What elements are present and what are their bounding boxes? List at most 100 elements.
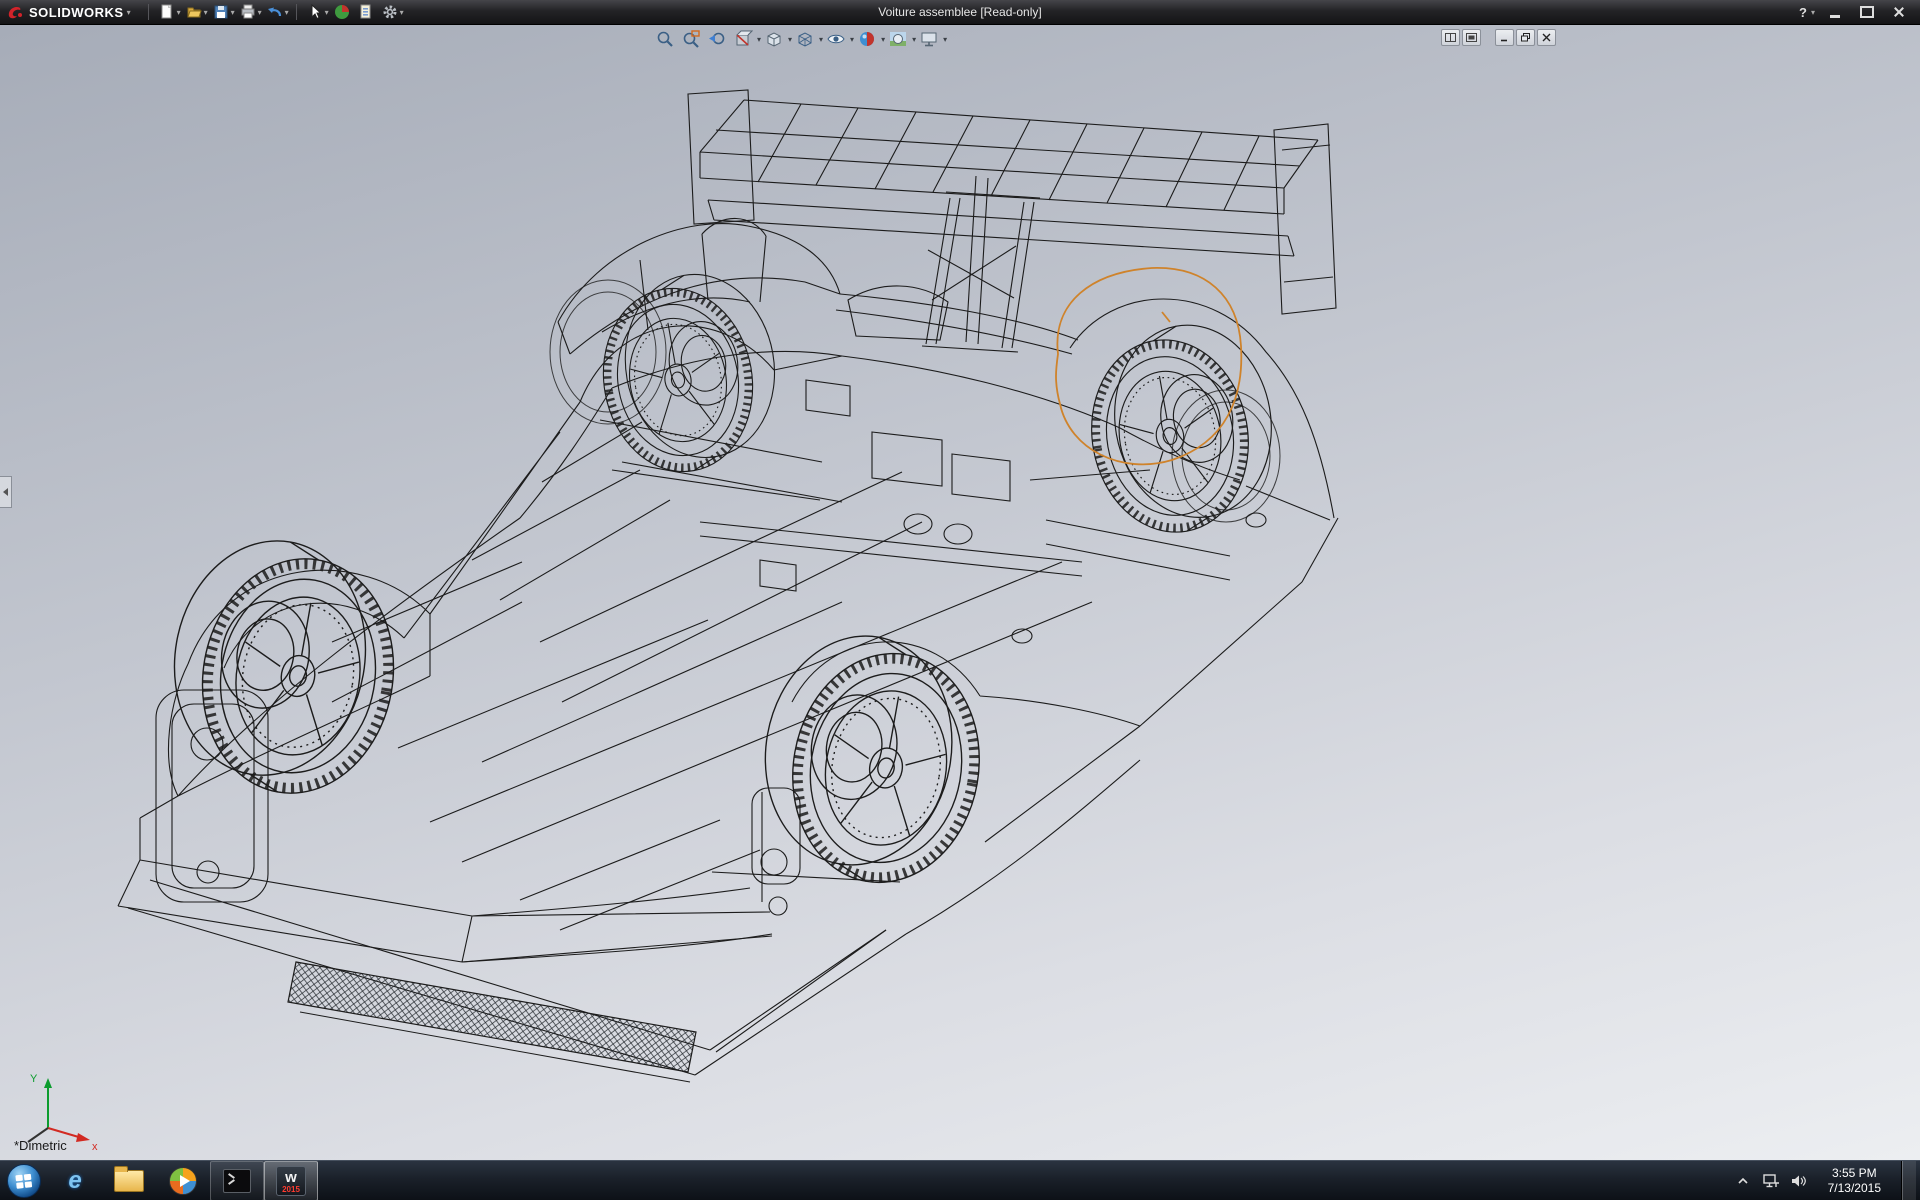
chevron-up-icon [1737, 1176, 1749, 1186]
print-dropdown-icon[interactable]: ▾ [258, 8, 262, 17]
undo-button[interactable] [264, 2, 286, 22]
start-button[interactable] [0, 1161, 48, 1200]
clock-date: 7/13/2015 [1828, 1181, 1881, 1196]
command-prompt-icon [223, 1169, 251, 1193]
taskbar-item-windows-explorer[interactable] [102, 1161, 156, 1200]
taskbar: e w 2015 [0, 1160, 1920, 1200]
taskbar-item-command-prompt[interactable] [210, 1161, 264, 1200]
split-view-button[interactable] [1441, 29, 1460, 46]
triad-x-label: x [92, 1141, 98, 1153]
select-dropdown-icon[interactable]: ▾ [325, 8, 329, 17]
print-icon [239, 3, 257, 21]
internet-explorer-icon: e [68, 1167, 81, 1195]
solidworks-app-icon: w 2015 [276, 1166, 306, 1196]
view-orientation-icon [764, 29, 784, 49]
display-style-icon [795, 29, 815, 49]
brand-caret-icon[interactable]: ▾ [127, 8, 131, 17]
section-view-icon [733, 29, 753, 49]
taskbar-item-internet-explorer[interactable]: e [48, 1161, 102, 1200]
file-properties-button[interactable] [355, 2, 377, 22]
options-button[interactable] [379, 2, 401, 22]
zoom-to-fit-icon [655, 29, 675, 49]
panel-collapse-tab[interactable] [0, 476, 12, 508]
taskbar-item-solidworks[interactable]: w 2015 [264, 1161, 318, 1200]
triad-y-label: Y [30, 1073, 38, 1085]
media-player-icon [169, 1167, 197, 1195]
wheel-front-right [550, 263, 790, 484]
doc-close-button[interactable] [1537, 29, 1556, 46]
eye-icon [826, 29, 846, 49]
floor-mesh-grille [288, 962, 696, 1082]
volume-icon[interactable] [1790, 1172, 1808, 1190]
system-tray: 3:55 PM 7/13/2015 [1734, 1161, 1920, 1200]
solidworks-version-badge: 2015 [277, 1185, 305, 1194]
minimize-button[interactable] [1822, 3, 1848, 21]
view-settings-dropdown-icon[interactable]: ▾ [943, 35, 947, 44]
section-view-button[interactable] [730, 27, 756, 51]
maximize-icon [1860, 6, 1874, 18]
appearance-ball-icon [857, 29, 877, 49]
wheel-rear-right [1075, 313, 1288, 545]
full-screen-button[interactable] [1462, 29, 1481, 46]
open-dropdown-icon[interactable]: ▾ [204, 8, 208, 17]
options-dropdown-icon[interactable]: ▾ [400, 8, 404, 17]
show-desktop-button[interactable] [1901, 1161, 1916, 1200]
help-dropdown-icon[interactable]: ▾ [1811, 8, 1815, 17]
close-icon [1893, 6, 1905, 18]
select-button[interactable] [304, 2, 326, 22]
play-icon [180, 1175, 190, 1187]
save-dropdown-icon[interactable]: ▾ [231, 8, 235, 17]
brand-text: SOLIDWORKS [29, 5, 124, 20]
windows-flag-icon [15, 1173, 33, 1189]
windows-orb-icon [7, 1164, 41, 1198]
clock-time: 3:55 PM [1832, 1166, 1877, 1181]
undo-dropdown-icon[interactable]: ▾ [285, 8, 289, 17]
zoom-to-area-icon [681, 29, 701, 49]
new-dropdown-icon[interactable]: ▾ [177, 8, 181, 17]
wireframe-model: Y x [0, 24, 1920, 1160]
new-document-button[interactable] [156, 2, 178, 22]
speaker-icon [1791, 1174, 1807, 1188]
view-settings-icon [919, 29, 939, 49]
help-button[interactable]: ? [1799, 5, 1807, 20]
toolbar-separator [296, 4, 297, 20]
car-body [118, 218, 1338, 1075]
taskbar-clock[interactable]: 3:55 PM 7/13/2015 [1818, 1166, 1891, 1196]
doc-restore-button[interactable] [1516, 29, 1535, 46]
doc-restore-icon [1521, 33, 1531, 42]
display-style-button[interactable] [792, 27, 818, 51]
view-orientation-button[interactable] [761, 27, 787, 51]
collapse-arrow-icon [3, 488, 8, 496]
close-button[interactable] [1886, 3, 1912, 21]
network-monitor-icon [1763, 1174, 1779, 1188]
solidworks-logo-icon [6, 3, 24, 21]
graphics-area[interactable]: Y x [0, 24, 1920, 1160]
options-gear-icon [381, 3, 399, 21]
apply-scene-button[interactable] [885, 27, 911, 51]
taskbar-item-media-player[interactable] [156, 1161, 210, 1200]
doc-minimize-button[interactable] [1495, 29, 1514, 46]
select-cursor-icon [306, 3, 324, 21]
hidden-icons-chevron[interactable] [1734, 1172, 1752, 1190]
network-icon[interactable] [1762, 1172, 1780, 1190]
save-icon [212, 3, 230, 21]
undo-icon [266, 3, 284, 21]
previous-view-icon [707, 29, 727, 49]
rebuild-button[interactable] [331, 2, 353, 22]
print-button[interactable] [237, 2, 259, 22]
save-button[interactable] [210, 2, 232, 22]
folder-icon [114, 1170, 144, 1192]
scene-ball-icon [888, 29, 908, 49]
edit-appearance-button[interactable] [854, 27, 880, 51]
zoom-to-area-button[interactable] [678, 27, 704, 51]
document-window-controls [1441, 29, 1556, 46]
hide-show-items-button[interactable] [823, 27, 849, 51]
minimize-icon [1830, 15, 1840, 18]
open-button[interactable] [183, 2, 205, 22]
full-screen-icon [1466, 33, 1477, 42]
view-settings-button[interactable] [916, 27, 942, 51]
previous-view-button[interactable] [704, 27, 730, 51]
maximize-button[interactable] [1854, 3, 1880, 21]
zoom-to-fit-button[interactable] [652, 27, 678, 51]
solidworks-window: SOLIDWORKS ▾ ▾ ▾ ▾ [0, 0, 1920, 1200]
